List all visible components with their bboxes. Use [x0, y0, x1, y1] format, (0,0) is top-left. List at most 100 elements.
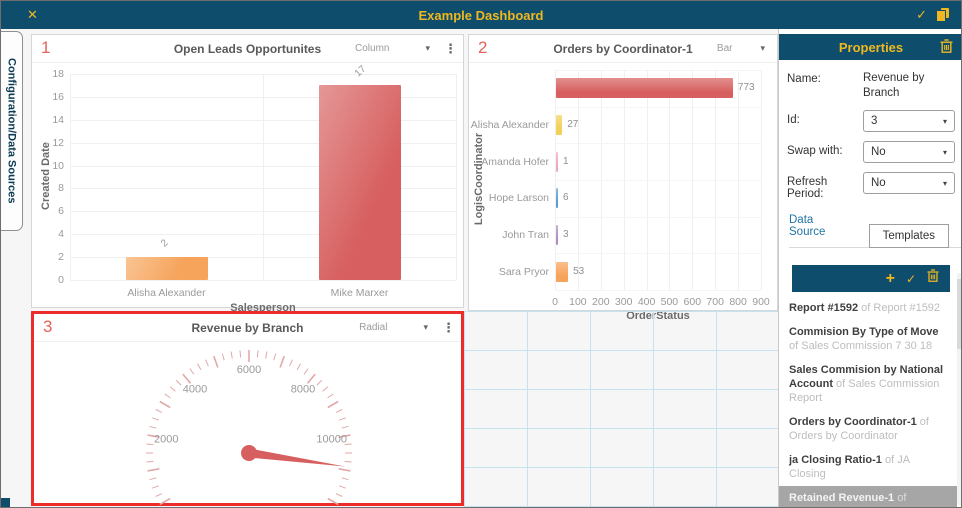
y-axis-title: LogisCoordinator [473, 119, 485, 239]
name-field-value: Revenue by Branch [863, 69, 955, 101]
row-separator [555, 143, 761, 144]
gridline-h [70, 280, 456, 281]
scrollbar-thumb[interactable] [957, 279, 962, 349]
bar-value-label: 6 [563, 193, 569, 203]
panel-open-leads-header: 1 Open Leads Opportunites Column ▾ ⋮ [32, 35, 463, 63]
panel-orders-header: 2 Orders by Coordinator-1 Bar ▾ [469, 35, 777, 63]
bar-value-label: 3 [563, 230, 569, 240]
h-bar[interactable] [556, 152, 558, 172]
y-tick-label: 16 [38, 91, 64, 103]
report-list-item[interactable]: Retained Revenue-1 of Retained Revenue [779, 486, 957, 507]
report-list-item[interactable]: Report #1592 of Report #1592 [789, 296, 962, 320]
panel-revenue-by-branch[interactable]: 3 Revenue by Branch Radial ▾ ⋮ 2000 4000 6… [31, 311, 464, 506]
save-check-icon[interactable]: ✓ [916, 7, 927, 23]
bar-value-label: 53 [573, 267, 584, 277]
row-separator [555, 107, 761, 108]
properties-header: Properties [779, 34, 962, 60]
properties-title: Properties [779, 40, 962, 55]
trash-icon[interactable] [927, 269, 939, 288]
x-category-label: Alisha Alexander [107, 287, 227, 299]
radial-gauge-svg: 2000 4000 6000 8000 10000 [34, 341, 463, 505]
svg-text:10000: 10000 [316, 433, 347, 445]
y-tick-label: 18 [38, 68, 64, 80]
kebab-menu-icon[interactable]: ⋮ [444, 41, 457, 57]
report-list-item[interactable]: Commision By Type of Move of Sales Commi… [789, 320, 962, 358]
h-bar[interactable] [556, 115, 562, 135]
gridline-v [263, 74, 264, 280]
name-field-label: Name: [787, 69, 863, 85]
properties-panel: Properties Name: Revenue by Branch Id: 3… [778, 29, 962, 507]
chevron-down-icon: ▾ [943, 117, 947, 126]
id-select-value: 3 [871, 115, 877, 127]
report-list-item[interactable]: Orders by Coordinator-1 of Orders by Coo… [789, 410, 962, 448]
h-bar[interactable] [556, 225, 558, 245]
panel-revenue-header: 3 Revenue by Branch Radial ▾ ⋮ [34, 314, 461, 342]
radial-gauge-chart: 2000 4000 6000 8000 10000 [34, 341, 461, 503]
row-separator [555, 70, 761, 71]
bar-value-label: 17 [352, 64, 368, 80]
swap-with-value: No [871, 146, 886, 158]
report-list-item[interactable]: ja Closing Ratio-1 of JA Closing [789, 448, 962, 486]
gridline-v [70, 74, 71, 280]
column-bar[interactable] [126, 257, 208, 280]
svg-text:2000: 2000 [154, 433, 178, 445]
add-icon[interactable]: + [886, 271, 895, 287]
y-category-label: Sara Pryor [469, 266, 549, 278]
properties-tabs: Data Source Templates [789, 209, 962, 248]
svg-text:8000: 8000 [291, 384, 315, 396]
dashboard-title: Example Dashboard [1, 8, 961, 23]
chevron-down-icon: ▾ [943, 148, 947, 157]
x-tick-label: 900 [746, 296, 776, 308]
chart-type-select[interactable]: Radial [359, 322, 387, 333]
column-chart: 0246810121416182Alisha Alexander17Mike M… [32, 62, 463, 307]
column-bar[interactable] [319, 85, 401, 280]
copy-icon[interactable] [936, 8, 949, 22]
refresh-period-select[interactable]: No ▾ [863, 172, 955, 194]
bar-chart: 0100200300400500600700800900773Alisha Al… [469, 62, 777, 310]
chart-type-select[interactable]: Column [355, 43, 389, 54]
dashboard-empty-grid [464, 311, 778, 508]
row-separator [555, 290, 761, 291]
configuration-data-sources-tab[interactable]: Configuration/Data Sources [1, 31, 23, 231]
svg-text:4000: 4000 [183, 384, 207, 396]
h-bar[interactable] [556, 262, 568, 282]
corner-decoration [1, 498, 10, 507]
kebab-menu-icon[interactable]: ⋮ [442, 320, 455, 336]
apply-check-icon[interactable]: ✓ [906, 272, 916, 286]
refresh-period-label: Refresh Period: [787, 172, 863, 200]
bar-value-label: 773 [738, 83, 755, 93]
panel-open-leads: 1 Open Leads Opportunites Column ▾ ⋮ 024… [31, 34, 464, 308]
swap-with-label: Swap with: [787, 141, 863, 157]
chevron-down-icon[interactable]: ▾ [425, 43, 430, 54]
properties-fields: Name: Revenue by Branch Id: 3 ▾ Swap wit… [779, 60, 962, 200]
row-separator [555, 253, 761, 254]
h-bar[interactable] [556, 78, 733, 98]
y-tick-label: 2 [38, 251, 64, 263]
bar-value-label: 27 [567, 120, 578, 130]
tab-data-source[interactable]: Data Source [789, 209, 849, 247]
h-bar[interactable] [556, 188, 558, 208]
report-list-item[interactable]: Sales Commision by National Account of S… [789, 358, 962, 410]
tab-templates[interactable]: Templates [869, 224, 949, 248]
chevron-down-icon[interactable]: ▾ [423, 322, 428, 333]
swap-with-select[interactable]: No ▾ [863, 141, 955, 163]
x-category-label: Mike Marxer [300, 287, 420, 299]
row-separator [555, 217, 761, 218]
chevron-down-icon[interactable]: ▾ [760, 43, 765, 54]
chart-type-select[interactable]: Bar [717, 43, 733, 54]
refresh-period-value: No [871, 177, 886, 189]
app-window: ✕ Example Dashboard ✓ Configuration/Data… [0, 0, 962, 508]
report-list: Report #1592 of Report #1592Commision By… [779, 296, 962, 507]
row-separator [555, 180, 761, 181]
y-tick-label: 0 [38, 274, 64, 286]
gridline-v [761, 70, 762, 290]
titlebar: ✕ Example Dashboard ✓ [1, 1, 961, 29]
trash-icon[interactable] [940, 39, 953, 59]
chevron-down-icon: ▾ [943, 179, 947, 188]
panel-orders-by-coordinator: 2 Orders by Coordinator-1 Bar ▾ 01002003… [468, 34, 778, 311]
svg-text:6000: 6000 [237, 364, 261, 376]
configuration-data-sources-label: Configuration/Data Sources [6, 58, 18, 203]
bar-value-label: 2 [159, 238, 170, 250]
id-select[interactable]: 3 ▾ [863, 110, 955, 132]
data-source-toolbar: + ✓ [792, 265, 950, 292]
